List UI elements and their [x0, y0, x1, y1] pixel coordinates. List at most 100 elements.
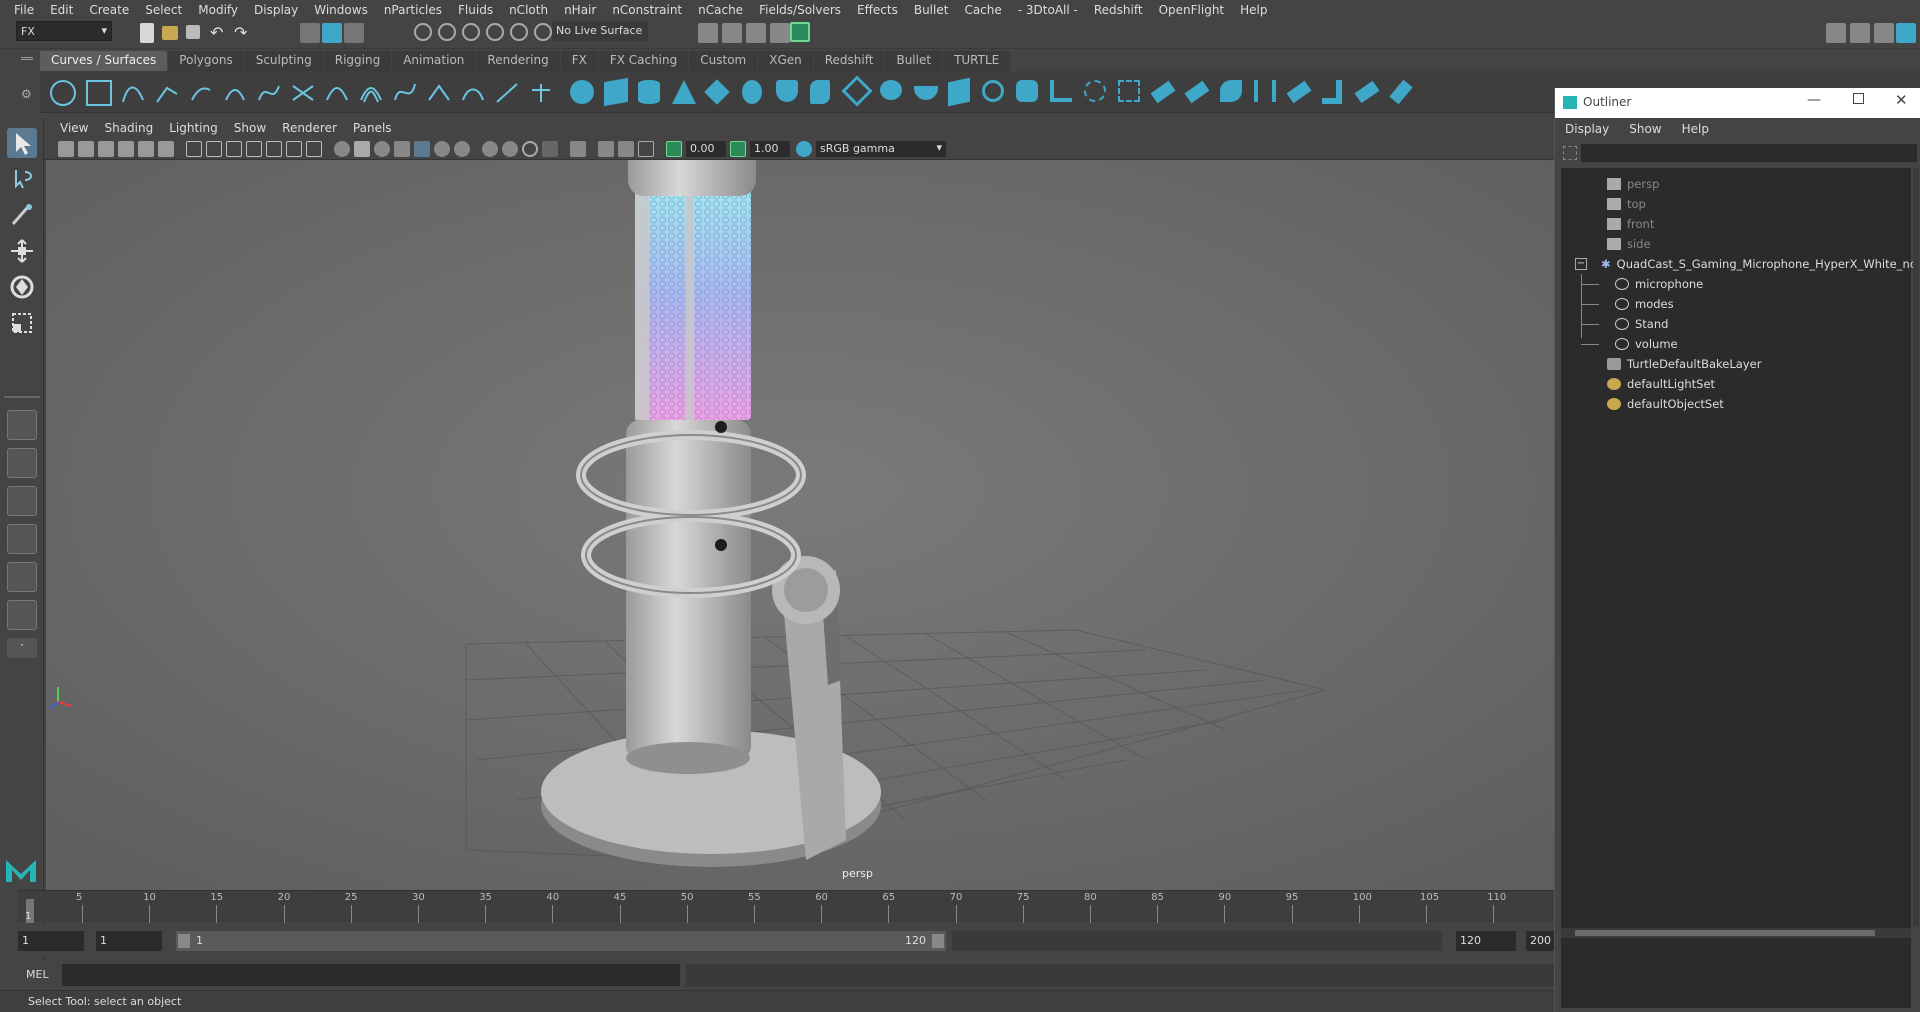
persp-graph-layout-icon[interactable]	[7, 524, 37, 554]
xray-components-icon[interactable]	[618, 141, 634, 157]
outliner-item-volume[interactable]: volume	[1581, 334, 1678, 354]
project-curve-icon[interactable]	[1118, 80, 1140, 102]
motion-blur-icon[interactable]	[482, 141, 498, 157]
attach-surfaces-icon[interactable]	[1220, 80, 1242, 102]
add-points-icon[interactable]	[494, 80, 520, 106]
select-hierarchy-icon[interactable]	[300, 23, 320, 43]
panel-menu-panels[interactable]: Panels	[345, 121, 400, 135]
exposure-toggle-icon[interactable]	[666, 141, 682, 157]
menu-nparticles[interactable]: nParticles	[376, 3, 450, 17]
outliner-item-turtle-bake-layer[interactable]: TurtleDefaultBakeLayer	[1607, 354, 1761, 374]
tab-animation[interactable]: Animation	[392, 51, 476, 71]
depth-of-field-icon[interactable]	[522, 141, 538, 157]
menu-file[interactable]: File	[6, 3, 42, 17]
menuset-dropdown[interactable]: FX ▾	[16, 21, 112, 41]
minimize-icon[interactable]: —	[1807, 92, 1821, 108]
render-current-frame-icon[interactable]	[698, 23, 718, 43]
outliner-item-stand[interactable]: Stand	[1581, 314, 1668, 334]
wireframe-on-shaded-icon[interactable]	[374, 141, 390, 157]
range-slider[interactable]: 1 120	[176, 931, 946, 951]
playback-start-field[interactable]: 1	[96, 931, 162, 951]
outliner-search-input[interactable]	[1581, 144, 1917, 162]
pencil-curve-icon[interactable]	[188, 80, 214, 106]
nurbs-plane-icon[interactable]	[704, 79, 730, 105]
screen-space-ao-icon[interactable]	[454, 141, 470, 157]
ipr-render-icon[interactable]	[722, 23, 742, 43]
frame-all-icon[interactable]	[638, 141, 654, 157]
insert-knot-icon[interactable]	[460, 80, 486, 106]
use-all-lights-icon[interactable]	[414, 141, 430, 157]
outliner-item-persp[interactable]: persp	[1607, 174, 1659, 194]
panel-menu-view[interactable]: View	[52, 121, 96, 135]
menu-openflight[interactable]: OpenFlight	[1151, 3, 1233, 17]
square-surface-icon[interactable]	[982, 80, 1004, 102]
animation-start-field[interactable]: 1	[18, 931, 84, 951]
camera-select-icon[interactable]	[58, 141, 74, 157]
menu-redshift[interactable]: Redshift	[1086, 3, 1151, 17]
rebuild-curve-icon[interactable]	[392, 80, 418, 106]
cut-curve-icon[interactable]	[528, 80, 554, 106]
tab-sculpting[interactable]: Sculpting	[244, 51, 323, 71]
open-scene-icon[interactable]	[162, 26, 178, 40]
isolate-select-icon[interactable]	[542, 141, 558, 157]
color-management-icon[interactable]	[796, 141, 812, 157]
menu-windows[interactable]: Windows	[306, 3, 376, 17]
menu-help[interactable]: Help	[1232, 3, 1275, 17]
anti-aliasing-icon[interactable]	[502, 141, 518, 157]
paint-select-tool-icon[interactable]	[7, 200, 37, 230]
bezier-curve-icon[interactable]	[256, 80, 282, 106]
boundary-icon[interactable]	[948, 77, 970, 107]
render-view-icon[interactable]	[790, 22, 810, 42]
outliner-item-default-object-set[interactable]: defaultObjectSet	[1607, 394, 1724, 414]
playback-end-field[interactable]: 120	[1456, 931, 1516, 951]
safe-title-icon[interactable]	[306, 141, 322, 157]
mel-label[interactable]: MEL	[26, 968, 49, 981]
2d-pan-zoom-icon[interactable]	[138, 141, 154, 157]
outliner-horizontal-scrollbar[interactable]	[1561, 928, 1911, 938]
undo-icon[interactable]: ↶	[210, 23, 230, 43]
outliner-item-side[interactable]: side	[1607, 234, 1651, 254]
persp-graph-hypershade-layout-icon[interactable]	[7, 600, 37, 630]
outliner-item-default-light-set[interactable]: defaultLightSet	[1607, 374, 1715, 394]
snap-pivot-icon[interactable]	[534, 23, 552, 41]
insert-isoparms-icon[interactable]	[1322, 80, 1342, 104]
range-start-handle[interactable]	[178, 934, 190, 948]
scale-tool-icon[interactable]	[7, 308, 37, 338]
offset-curve-icon[interactable]	[358, 80, 384, 106]
attach-curves-icon[interactable]	[290, 80, 316, 106]
menu-modify[interactable]: Modify	[190, 3, 246, 17]
detach-surfaces-icon[interactable]	[1254, 80, 1276, 102]
grid-toggle-icon[interactable]	[186, 141, 202, 157]
four-view-layout-icon[interactable]	[7, 448, 37, 478]
bevel-plus-icon[interactable]	[1050, 80, 1072, 102]
planar-icon[interactable]	[841, 75, 873, 107]
image-plane-icon[interactable]	[118, 141, 134, 157]
gear-icon[interactable]: ⚙	[21, 87, 32, 101]
menu-ncloth[interactable]: nCloth	[501, 3, 556, 17]
tab-bullet[interactable]: Bullet	[885, 51, 943, 71]
xray-icon[interactable]	[570, 141, 586, 157]
outliner-menu-show[interactable]: Show	[1629, 122, 1669, 136]
untrim-icon[interactable]	[1184, 80, 1210, 104]
menu-display[interactable]: Display	[246, 3, 306, 17]
extrude-icon[interactable]	[880, 80, 902, 100]
panel-menu-shading[interactable]: Shading	[96, 121, 161, 135]
snap-curve-icon[interactable]	[438, 23, 456, 41]
menu-edit[interactable]: Edit	[42, 3, 81, 17]
menu-lines-icon[interactable]	[21, 57, 33, 60]
close-icon[interactable]: ✕	[1895, 91, 1908, 109]
menu-nconstraint[interactable]: nConstraint	[604, 3, 690, 17]
snap-view-plane-icon[interactable]	[486, 23, 504, 41]
outliner-menu-display[interactable]: Display	[1565, 122, 1617, 136]
save-scene-icon[interactable]	[186, 25, 200, 39]
scrollbar-thumb[interactable]	[1575, 930, 1875, 936]
outliner-item-modes[interactable]: modes	[1581, 294, 1674, 314]
rebuild-surface-icon[interactable]	[1389, 79, 1413, 105]
bookmark-icon[interactable]	[98, 141, 114, 157]
attribute-editor-icon[interactable]	[1850, 23, 1870, 43]
sculpt-geometry-icon[interactable]	[1354, 80, 1380, 104]
menu-effects[interactable]: Effects	[849, 3, 906, 17]
nurbs-torus-icon[interactable]	[742, 80, 762, 104]
tab-turtle[interactable]: TURTLE	[943, 51, 1011, 71]
wireframe-icon[interactable]	[334, 141, 350, 157]
